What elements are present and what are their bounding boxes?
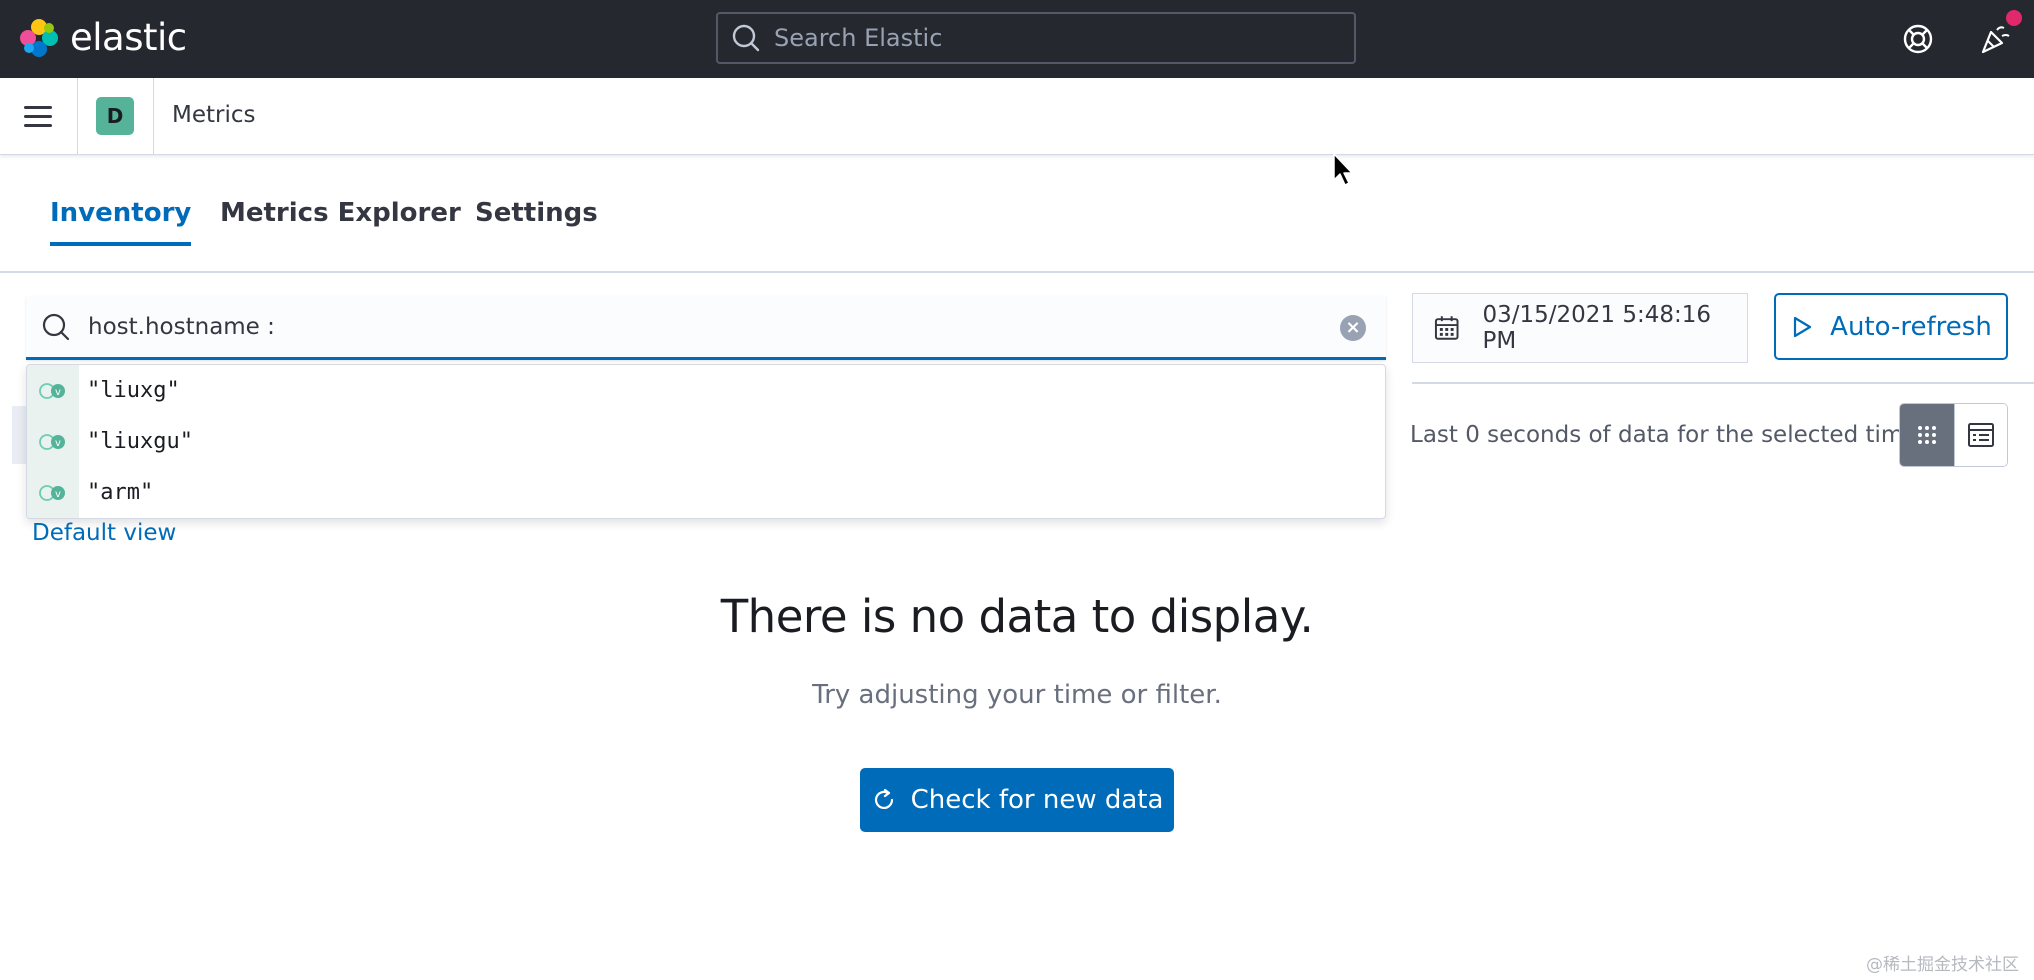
- breadcrumb-metrics: Metrics: [172, 102, 256, 128]
- divider: [153, 78, 154, 155]
- global-search-bar[interactable]: [716, 12, 1356, 64]
- brand-name: elastic: [70, 16, 187, 59]
- elastic-logo[interactable]: elastic: [18, 17, 187, 59]
- global-search-input[interactable]: [774, 24, 1334, 52]
- auto-refresh-label: Auto-refresh: [1830, 311, 1992, 342]
- value-type-icon: v: [27, 365, 79, 416]
- default-view-link[interactable]: Default view: [32, 520, 176, 546]
- data-time-info: Last 0 seconds of data for the selected …: [1410, 422, 1918, 448]
- global-header: elastic: [0, 0, 2034, 78]
- divider: [77, 78, 78, 155]
- app-tabs: Inventory Metrics Explorer Settings: [0, 156, 2034, 273]
- suggestion-text: "arm": [87, 480, 154, 505]
- view-toggle: [1899, 403, 2008, 467]
- tab-settings[interactable]: Settings: [475, 198, 598, 242]
- suggestion-text: "liuxgu": [87, 429, 193, 454]
- map-view-button[interactable]: [1900, 404, 1954, 466]
- newsfeed-icon[interactable]: [1978, 22, 2012, 56]
- query-suggestions-list: v "liuxg" v "liuxgu" v "arm": [26, 364, 1386, 519]
- elastic-logo-icon: [20, 19, 58, 57]
- svg-text:v: v: [55, 387, 61, 398]
- suggestion-item[interactable]: v "arm": [27, 467, 1385, 518]
- notification-badge: [2006, 10, 2022, 26]
- value-type-icon: v: [27, 467, 79, 518]
- value-type-icon: v: [27, 416, 79, 467]
- hamburger-icon-bar: [24, 105, 52, 109]
- empty-state-title: There is no data to display.: [720, 590, 1314, 643]
- suggestion-item[interactable]: v "liuxg": [27, 365, 1385, 416]
- hamburger-icon-bar: [24, 114, 52, 118]
- hamburger-icon-bar: [24, 123, 52, 127]
- mouse-cursor-icon: [1333, 153, 1353, 186]
- date-picker[interactable]: 03/15/2021 5:48:16 PM: [1412, 293, 1748, 363]
- refresh-icon: [874, 788, 893, 809]
- search-icon: [42, 313, 70, 340]
- kql-query-input[interactable]: host.hostname : ×: [26, 296, 1386, 360]
- app-subheader: D Metrics: [0, 78, 2034, 155]
- table-view-button[interactable]: [1953, 404, 2007, 466]
- auto-refresh-button[interactable]: Auto-refresh: [1774, 293, 2008, 360]
- suggestion-item[interactable]: v "liuxgu": [27, 416, 1385, 467]
- tab-metrics-explorer[interactable]: Metrics Explorer: [220, 198, 461, 242]
- calendar-icon: [1434, 316, 1459, 340]
- date-value: 03/15/2021 5:48:16 PM: [1482, 302, 1712, 354]
- watermark: @稀土掘金技术社区: [1866, 955, 2019, 975]
- help-icon[interactable]: [1901, 22, 1935, 56]
- search-icon: [732, 24, 760, 52]
- menu-toggle-button[interactable]: [18, 98, 58, 134]
- svg-text:v: v: [55, 489, 61, 500]
- query-text[interactable]: host.hostname :: [88, 314, 275, 340]
- list-table-icon: [1967, 423, 1994, 447]
- tab-inventory[interactable]: Inventory: [50, 198, 192, 246]
- space-avatar[interactable]: D: [96, 97, 134, 135]
- divider: [1412, 382, 2034, 384]
- clear-query-icon[interactable]: ×: [1340, 315, 1366, 341]
- check-button-label: Check for new data: [910, 785, 1164, 815]
- svg-text:v: v: [55, 438, 61, 449]
- suggestion-text: "liuxg": [87, 378, 180, 403]
- check-for-new-data-button[interactable]: Check for new data: [860, 768, 1174, 832]
- empty-state-subtitle: Try adjusting your time or filter.: [812, 680, 1222, 710]
- play-icon: [1794, 316, 1812, 337]
- apps-grid-icon: [1917, 426, 1936, 444]
